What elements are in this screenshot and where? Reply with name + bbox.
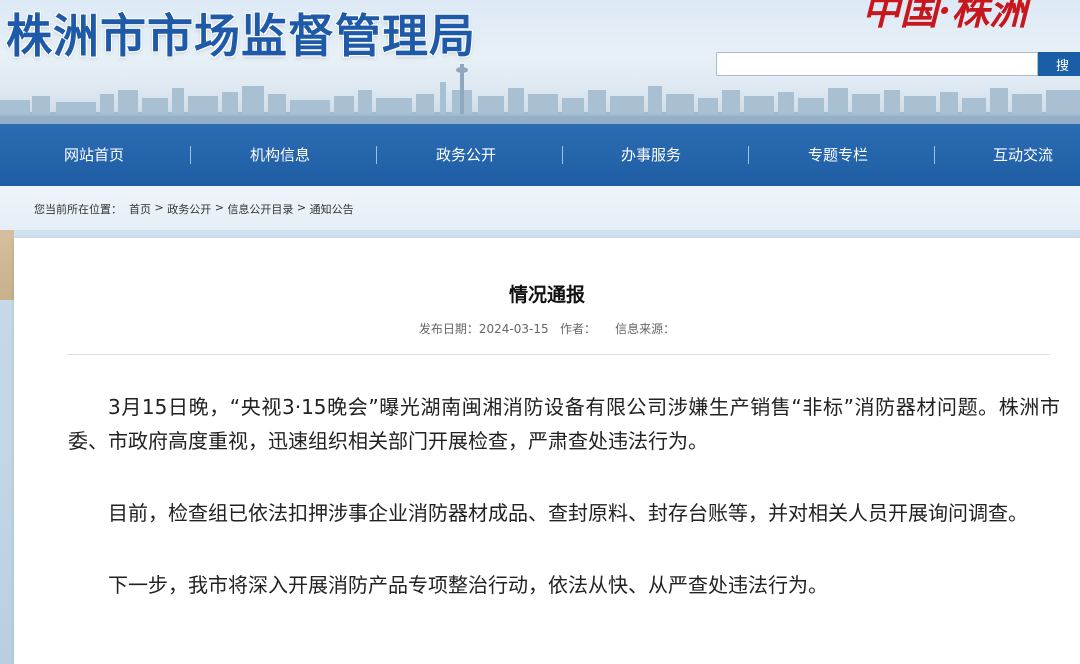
nav-divider bbox=[562, 146, 563, 164]
main-nav: 网站首页 机构信息 政务公开 办事服务 专题专栏 互动交流 bbox=[0, 124, 1080, 186]
article-paragraph: 下一步，我市将深入开展消防产品专项整治行动，依法从快、从严查处违法行为。 bbox=[108, 573, 828, 597]
title-divider bbox=[68, 354, 1050, 355]
article-paragraph: 3月15日晚，“央视3·15晚会”曝光湖南闽湘消防设备有限公司涉嫌生产销售“非标… bbox=[68, 395, 1060, 453]
article-panel: 情况通报 发布日期：2024-03-15 作者： 信息来源： 3月15日晚，“央… bbox=[14, 238, 1080, 664]
date-label: 发布日期： bbox=[418, 322, 479, 336]
breadcrumb-bar: 您当前所在位置： 首页 > 政务公开 > 信息公开目录 > 通知公告 bbox=[0, 186, 1080, 230]
publish-date: 2024-03-15 bbox=[478, 322, 549, 336]
breadcrumb-separator: > bbox=[151, 201, 168, 214]
nav-item-home[interactable]: 网站首页 bbox=[64, 124, 124, 186]
side-background-decoration bbox=[0, 230, 14, 300]
article-meta: 发布日期：2024-03-15 作者： 信息来源： bbox=[14, 320, 1080, 337]
search-box: 搜 bbox=[716, 52, 1080, 76]
nav-divider bbox=[748, 146, 749, 164]
site-title: 株洲市市场监督管理局 bbox=[6, 9, 476, 63]
search-button[interactable]: 搜 bbox=[1038, 52, 1080, 76]
breadcrumb: 您当前所在位置： 首页 > 政务公开 > 信息公开目录 > 通知公告 bbox=[34, 201, 354, 217]
site-slogan: 中国·株洲 bbox=[862, 0, 1028, 33]
search-input[interactable] bbox=[716, 52, 1038, 76]
article-title: 情况通报 bbox=[508, 284, 585, 306]
site-header: 株洲市市场监督管理局 中国·株洲 搜 bbox=[0, 0, 1080, 124]
article-paragraph: 目前，检查组已依法扣押涉事企业消防器材成品、查封原料、封存台账等，并对相关人员开… bbox=[108, 501, 1028, 525]
nav-divider bbox=[934, 146, 935, 164]
breadcrumb-item-government-affairs[interactable]: 政务公开 bbox=[167, 201, 211, 217]
nav-divider bbox=[190, 146, 191, 164]
nav-item-interaction[interactable]: 互动交流 bbox=[993, 124, 1053, 186]
breadcrumb-item-home[interactable]: 首页 bbox=[129, 201, 151, 217]
author-label: 作者： bbox=[560, 322, 597, 336]
nav-item-organization[interactable]: 机构信息 bbox=[250, 124, 310, 186]
source-label: 信息来源： bbox=[615, 322, 676, 336]
breadcrumb-separator: > bbox=[211, 201, 228, 214]
nav-item-special-topics[interactable]: 专题专栏 bbox=[808, 124, 868, 186]
breadcrumb-item-notices[interactable]: 通知公告 bbox=[310, 201, 354, 217]
breadcrumb-separator: > bbox=[293, 201, 310, 214]
article-body: 3月15日晚，“央视3·15晚会”曝光湖南闽湘消防设备有限公司涉嫌生产销售“非标… bbox=[68, 390, 1060, 640]
nav-divider bbox=[376, 146, 377, 164]
nav-item-services[interactable]: 办事服务 bbox=[621, 124, 681, 186]
breadcrumb-prefix: 您当前所在位置： bbox=[34, 203, 122, 216]
breadcrumb-item-info-catalog[interactable]: 信息公开目录 bbox=[227, 201, 293, 217]
nav-item-government-affairs[interactable]: 政务公开 bbox=[436, 124, 496, 186]
